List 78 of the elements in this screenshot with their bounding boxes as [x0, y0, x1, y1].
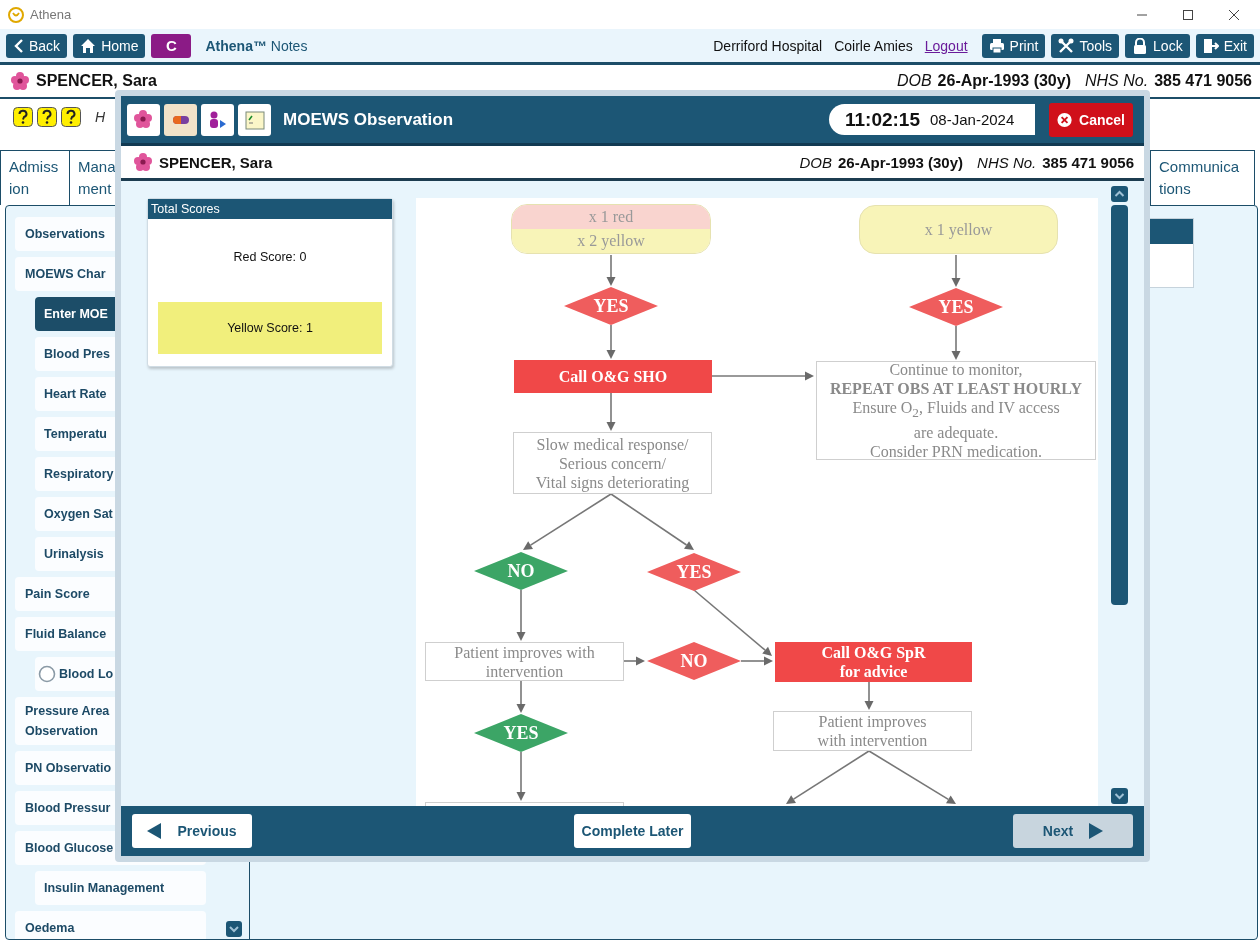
flowchart-arrow: [623, 656, 645, 666]
scroll-up-button[interactable]: [1111, 186, 1128, 202]
nhs-number: 385 471 9056: [1154, 72, 1252, 90]
flowchart-arrow: [864, 681, 874, 710]
flower-icon[interactable]: [132, 108, 155, 131]
dialog-title: MOEWS Observation: [283, 109, 454, 130]
alert-icon[interactable]: [37, 107, 57, 127]
previous-button[interactable]: Previous: [132, 814, 252, 848]
app-name: Athena™ Notes: [205, 37, 308, 54]
clock-date: 08-Jan-2024: [930, 111, 1015, 128]
tab[interactable]: Communica tions: [1150, 150, 1255, 205]
action-box: Call O&G SHO: [514, 360, 712, 393]
process-box: Patient improves with intervention: [425, 642, 624, 681]
nhs-number: 385 471 9056: [1042, 153, 1134, 171]
triangle-right-icon: [1089, 823, 1104, 839]
scroll-down-button[interactable]: [226, 921, 242, 937]
alert-text: H: [95, 109, 106, 125]
print-button[interactable]: Print: [981, 33, 1046, 58]
score-band: Yellow Score: 1: [158, 302, 382, 354]
back-button[interactable]: Back: [6, 33, 68, 58]
printer-icon: [988, 37, 1005, 54]
nhs-label: NHS No.: [977, 153, 1037, 171]
nhs-label: NHS No.: [1085, 72, 1149, 90]
dob-label: DOB: [799, 153, 832, 171]
flowchart-arrow: [606, 392, 616, 431]
score-label: Red Score: 0: [232, 249, 308, 266]
flower-icon: [10, 71, 30, 91]
flowchart-arrow: [516, 751, 526, 801]
flowchart-arrow: [951, 325, 961, 360]
dob-value: 26-Apr-1993 (30y): [838, 153, 964, 171]
process-box: Continue to monitor, REPEAT OBS AT LEAST HOURLY Ensure O$_{2}$, Fluids and IV access are adequate. Consider PRN medication.: [816, 361, 1096, 460]
patient-name: SPENCER, Sara: [159, 153, 273, 171]
tools-button[interactable]: Tools: [1051, 33, 1120, 58]
flowchart-arrow: [606, 254, 616, 286]
nav-item[interactable]: Insulin Management: [35, 871, 206, 905]
logout-link[interactable]: Logout: [924, 37, 968, 54]
flowchart-arrow: [951, 254, 961, 287]
flower-icon: [133, 152, 153, 172]
exit-button[interactable]: Exit: [1195, 33, 1254, 58]
close-icon[interactable]: [1228, 8, 1240, 21]
terminal-shape: x 1 yellow: [859, 205, 1058, 254]
user-name: Coirle Amies: [834, 37, 913, 54]
triangle-left-icon: [147, 823, 162, 839]
lock-button[interactable]: Lock: [1125, 33, 1190, 58]
padlock-icon: [1132, 37, 1149, 54]
home-icon: [80, 37, 97, 54]
clock-time: 11:02:15: [845, 108, 920, 131]
complete-later-button[interactable]: Complete Later: [573, 814, 692, 848]
tools-icon: [1058, 37, 1075, 54]
dob-value: 26-Apr-1993 (30y): [937, 72, 1071, 90]
app-logo-icon: [8, 6, 24, 23]
scrollbar-thumb[interactable]: [1111, 205, 1128, 605]
process-box: Slow medical response/ Serious concern/ Vital signs deteriorating: [513, 432, 712, 494]
close-circle-icon: [1057, 110, 1073, 129]
window-title: Athena: [30, 7, 72, 22]
nav-item[interactable]: Oedema: [15, 911, 206, 939]
scroll-down-button[interactable]: [1111, 788, 1128, 804]
chevron-left-icon: [13, 37, 24, 54]
radio-button[interactable]: [38, 665, 56, 683]
flowchart-arrow: [606, 324, 616, 359]
tab[interactable]: Admiss ion: [0, 150, 70, 205]
cancel-button[interactable]: Cancel: [1049, 102, 1133, 137]
hospital-name: Derriford Hospital: [713, 37, 823, 54]
flowchart-arrow: [516, 589, 526, 641]
maximize-icon[interactable]: [1182, 8, 1194, 21]
terminal-label: x 1 red: [512, 205, 710, 229]
dob-label: DOB: [896, 72, 932, 90]
action-box: Call O&G SpR for advice: [775, 642, 972, 682]
flowchart-arrow: [516, 680, 526, 713]
alert-icon[interactable]: [13, 107, 33, 127]
c-button[interactable]: C: [151, 33, 192, 58]
scores-title: Total Scores: [148, 199, 392, 219]
process-box: Patient improves with intervention: [773, 711, 972, 751]
alert-icon[interactable]: [61, 107, 81, 127]
exit-icon: [1202, 37, 1219, 54]
patient-name: SPENCER, Sara: [36, 72, 157, 90]
home-button[interactable]: Home: [73, 33, 146, 58]
terminal-label: x 2 yellow: [512, 229, 710, 253]
